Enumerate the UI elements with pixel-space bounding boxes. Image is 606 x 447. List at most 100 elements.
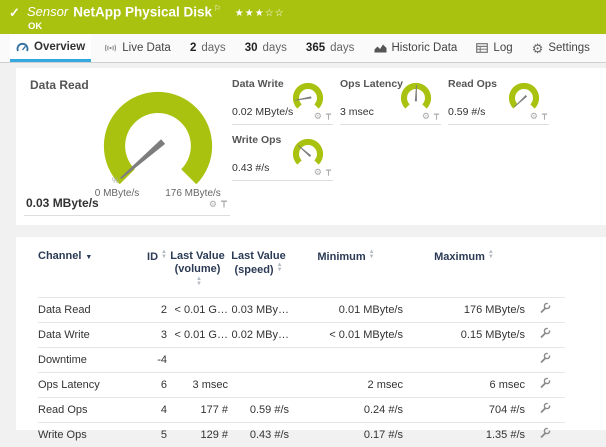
column-header-id[interactable]: ID▲▼ <box>137 237 167 298</box>
pin-icon[interactable] <box>325 113 332 121</box>
log-table-icon <box>476 43 488 53</box>
sort-arrows-icon[interactable]: ▲▼ <box>196 277 202 287</box>
channel-name-cell[interactable]: Ops Latency <box>38 373 137 398</box>
priority-stars[interactable]: ★★★☆☆ <box>235 8 285 19</box>
write-ops-dial <box>291 137 325 171</box>
tab-label: days <box>330 42 354 54</box>
live-data-icon <box>104 43 117 53</box>
wrench-icon[interactable] <box>539 302 551 314</box>
last-value-volume-cell: 177 # <box>167 398 228 423</box>
gauge-current-value: 0.02 MByte/s <box>232 106 293 118</box>
gauge-title: Read Ops <box>448 78 497 90</box>
tab-label: Historic Data <box>392 42 458 54</box>
tab-bar: Overview Live Data 2 days 30 days 365 da… <box>0 34 606 63</box>
pin-icon[interactable] <box>541 113 548 121</box>
column-label: Last Value <box>167 250 228 262</box>
tab-label: Settings <box>548 42 590 54</box>
last-value-volume-cell <box>167 348 228 373</box>
channel-row: Write Ops 5 129 # 0.43 #/s 0.17 #/s 1.35… <box>38 423 565 447</box>
gauge-settings-gear-icon[interactable]: ⚙ <box>530 112 538 121</box>
stars-empty[interactable]: ☆☆ <box>265 8 285 19</box>
tab-settings[interactable]: ⚙ Settings <box>526 34 596 62</box>
gauge-read-ops: Read Ops 0.59 #/s ⚙ <box>448 78 549 125</box>
channel-id-cell: -4 <box>137 348 167 373</box>
tab-live-data[interactable]: Live Data <box>98 34 177 62</box>
pin-icon[interactable] <box>433 113 440 121</box>
wrench-icon[interactable] <box>539 327 551 339</box>
ops-latency-dial <box>399 81 433 115</box>
sort-arrows-icon[interactable]: ▲▼ <box>161 250 167 260</box>
sort-arrows-icon[interactable]: ▲▼ <box>369 250 375 260</box>
column-label: Channel <box>38 250 81 262</box>
column-header-channel[interactable]: Channel ▼ <box>38 237 137 298</box>
column-header-last-value-volume[interactable]: Last Value (volume) ▲▼ <box>167 237 228 298</box>
minimum-cell: 0.17 #/s <box>289 423 403 447</box>
wrench-icon[interactable] <box>539 427 551 439</box>
settings-gear-icon: ⚙ <box>532 42 544 55</box>
tab-2-days[interactable]: 2 days <box>184 34 232 62</box>
maximum-cell: 6 msec <box>403 373 525 398</box>
minimum-cell: 2 msec <box>289 373 403 398</box>
gauge-data-read: Data Read % 0 MByte/s 176 MByte/s 0.03 M… <box>24 74 230 216</box>
gauge-ops-latency: Ops Latency 3 msec ⚙ <box>340 78 441 125</box>
channel-id-cell: 6 <box>137 373 167 398</box>
pin-icon[interactable] <box>220 200 228 209</box>
column-sublabel: (volume) <box>167 263 228 275</box>
channel-row: Data Read 2 < 0.01 G… 0.03 MBy… 0.01 MBy… <box>38 298 565 323</box>
tab-label: Log <box>493 42 512 54</box>
sort-desc-icon: ▼ <box>85 254 92 261</box>
maximum-cell: 176 MByte/s <box>403 298 525 323</box>
wrench-icon[interactable] <box>539 352 551 364</box>
last-value-volume-cell: < 0.01 G… <box>167 323 228 348</box>
column-header-maximum[interactable]: Maximum▲▼ <box>403 237 525 298</box>
column-sublabel: (speed) <box>234 264 273 276</box>
column-header-minimum[interactable]: Minimum▲▼ <box>289 237 403 298</box>
gauge-settings-gear-icon[interactable]: ⚙ <box>422 112 430 121</box>
channel-name-cell[interactable]: Read Ops <box>38 398 137 423</box>
channel-name-cell[interactable]: Data Write <box>38 323 137 348</box>
tab-365-days[interactable]: 365 days <box>300 34 360 62</box>
minimum-cell: 0.24 #/s <box>289 398 403 423</box>
gauge-settings-gear-icon[interactable]: ⚙ <box>314 112 322 121</box>
gauge-data-write: Data Write 0.02 MByte/s ⚙ <box>232 78 333 125</box>
gauge-write-ops: Write Ops 0.43 #/s ⚙ <box>232 134 333 181</box>
channel-row: Downtime -4 <box>38 348 565 373</box>
last-value-volume-cell: < 0.01 G… <box>167 298 228 323</box>
overview-gauge-icon <box>16 41 29 52</box>
small-gauges-grid: Data Write 0.02 MByte/s ⚙ Ops Latency 3 … <box>232 78 562 181</box>
sort-arrows-icon[interactable]: ▲▼ <box>488 250 494 260</box>
wrench-icon[interactable] <box>539 377 551 389</box>
gauge-settings-gear-icon[interactable]: ⚙ <box>314 168 322 177</box>
tab-log[interactable]: Log <box>470 34 518 62</box>
channel-id-cell: 2 <box>137 298 167 323</box>
channel-table: Channel ▼ ID▲▼ Last Value (volume) ▲▼ Las… <box>38 237 565 447</box>
gauge-title: Ops Latency <box>340 78 403 90</box>
column-header-tools <box>525 237 565 298</box>
gauge-current-value: 0.03 MByte/s <box>26 196 99 210</box>
tab-number: 30 <box>245 42 258 54</box>
sensor-title-bar: ✓ SensorNetApp Physical Disk⚐ ★★★☆☆ OK <box>0 0 606 34</box>
gauge-settings-gear-icon[interactable]: ⚙ <box>209 200 217 209</box>
sensor-title: NetApp Physical Disk <box>73 4 212 19</box>
sort-arrows-icon[interactable]: ▲▼ <box>277 263 283 273</box>
channel-name-cell[interactable]: Downtime <box>38 348 137 373</box>
tab-historic-data[interactable]: Historic Data <box>368 34 464 62</box>
last-value-speed-cell <box>228 373 289 398</box>
channel-name-cell[interactable]: Write Ops <box>38 423 137 447</box>
flag-icon[interactable]: ⚐ <box>214 4 221 13</box>
channel-id-cell: 5 <box>137 423 167 447</box>
gauge-current-value: 0.43 #/s <box>232 162 269 174</box>
stars-filled[interactable]: ★★★ <box>235 8 265 19</box>
channel-name-cell[interactable]: Data Read <box>38 298 137 323</box>
gauges-panel: Data Read % 0 MByte/s 176 MByte/s 0.03 M… <box>16 68 606 225</box>
pin-icon[interactable] <box>325 169 332 177</box>
tab-30-days[interactable]: 30 days <box>239 34 293 62</box>
channel-table-panel: Channel ▼ ID▲▼ Last Value (volume) ▲▼ Las… <box>16 237 606 430</box>
tab-label: Live Data <box>122 42 171 54</box>
maximum-cell: 704 #/s <box>403 398 525 423</box>
column-header-last-value-speed[interactable]: Last Value (speed)▲▼ <box>228 237 289 298</box>
wrench-icon[interactable] <box>539 402 551 414</box>
tab-overview[interactable]: Overview <box>10 34 91 62</box>
table-header-row: Channel ▼ ID▲▼ Last Value (volume) ▲▼ Las… <box>38 237 565 298</box>
percent-toggle-icon[interactable]: % <box>112 176 119 185</box>
